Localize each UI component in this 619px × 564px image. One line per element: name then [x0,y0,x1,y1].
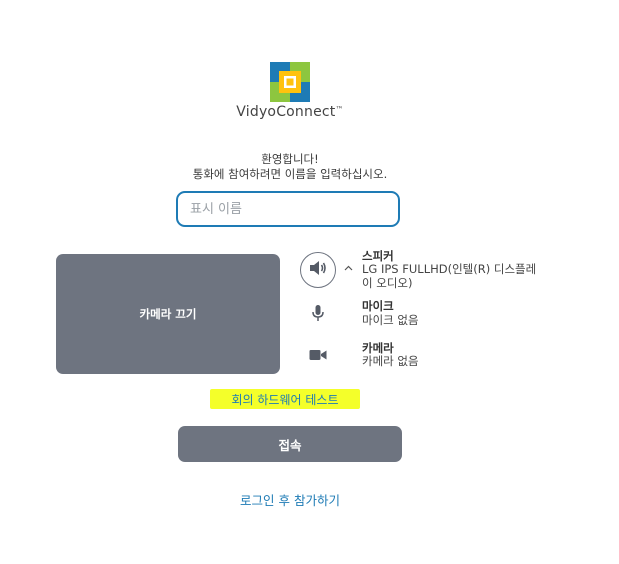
welcome-title: 환영합니다! [261,152,319,166]
speaker-icon [309,260,327,280]
welcome-instruction: 통화에 참여하려면 이름을 입력하십시오. [192,167,388,181]
chevron-up-icon[interactable] [342,262,354,274]
connect-button[interactable]: 접속 [178,426,402,462]
camera-off-label: 카메라 끄기 [139,307,197,321]
vidyo-logo-icon [270,62,310,102]
display-name-input[interactable] [190,201,398,217]
speaker-button[interactable] [300,252,336,288]
display-name-field[interactable] [176,191,400,227]
video-camera-icon [309,346,327,365]
microphone-value: 마이크 없음 [362,313,419,327]
camera-button[interactable] [300,337,336,373]
camera-preview: 카메라 끄기 [56,254,280,374]
welcome-message: 환영합니다! 통화에 참여하려면 이름을 입력하십시오. [0,152,580,182]
speaker-value: LG IPS FULLHD(인텔(R) 디스플레이 오디오) [362,262,537,290]
microphone-title: 마이크 [362,299,394,313]
camera-value: 카메라 없음 [362,354,419,368]
hardware-test-link[interactable]: 회의 하드웨어 테스트 [210,389,360,409]
microphone-icon [312,304,324,326]
brand-name: VidyoConnect™ [236,104,344,120]
microphone-button[interactable] [300,297,336,333]
login-and-join-link[interactable]: 로그인 후 참가하기 [178,490,402,509]
